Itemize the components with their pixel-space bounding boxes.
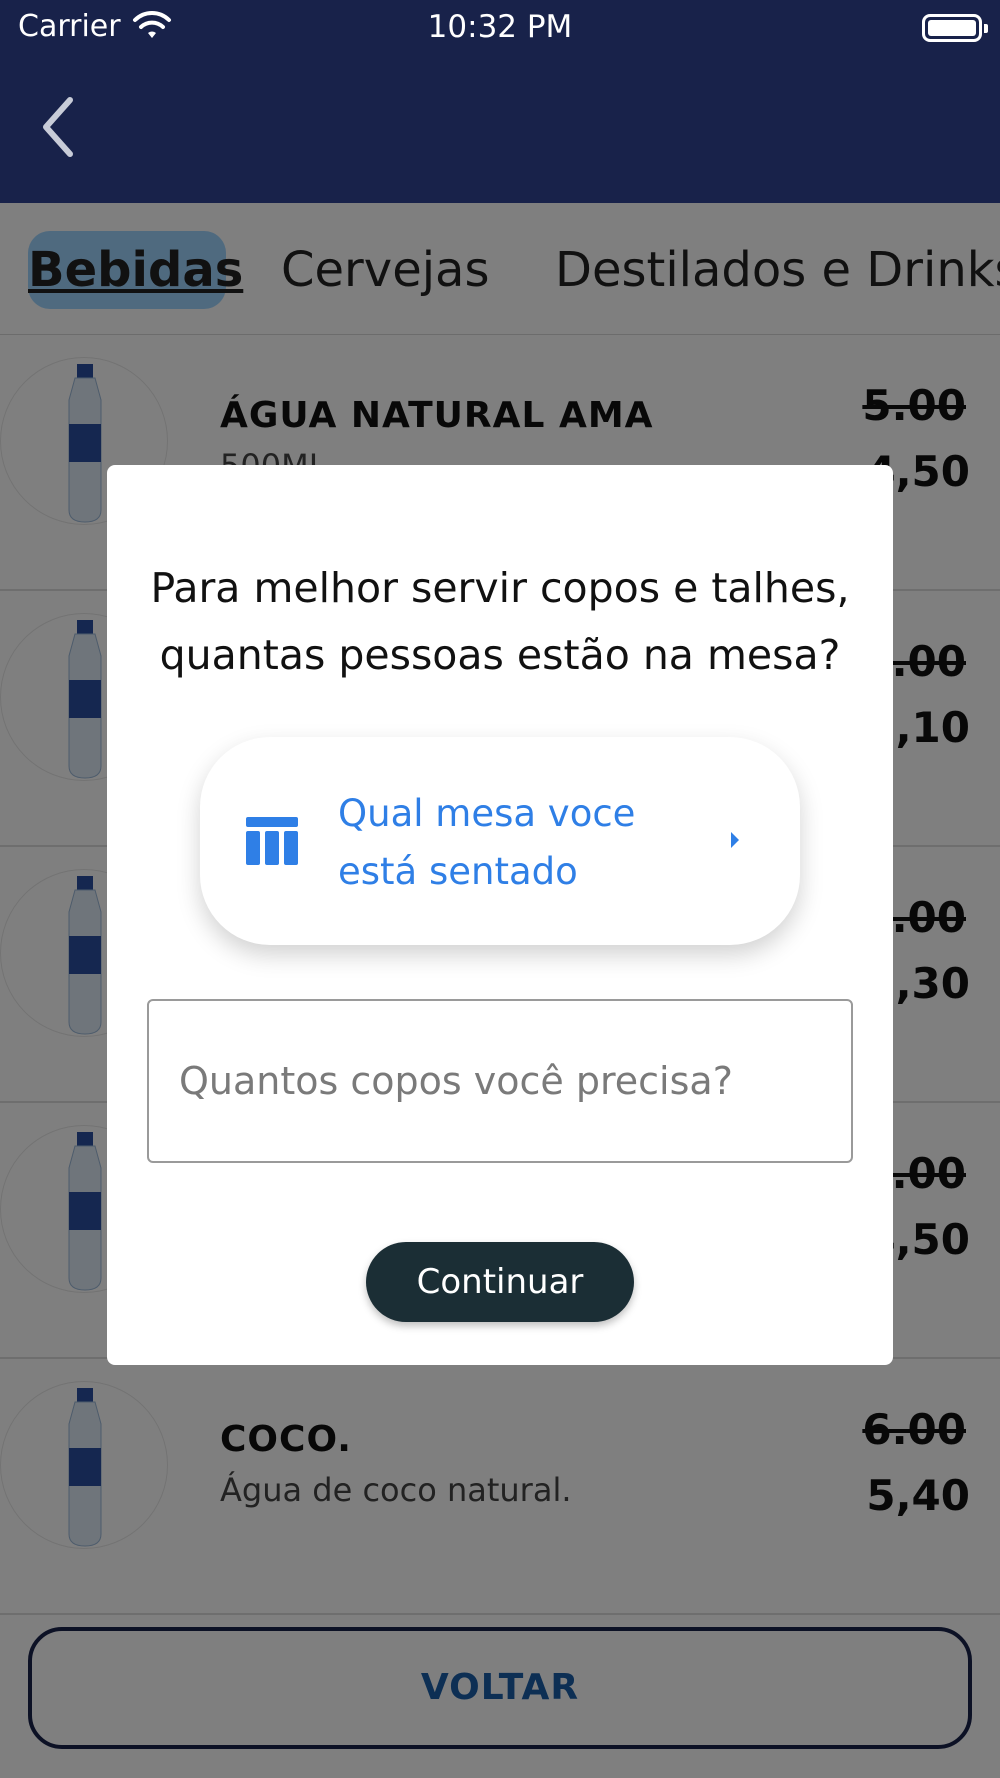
- table-picker-label-line2: está sentado: [338, 850, 578, 893]
- caret-right-icon: [731, 832, 739, 848]
- chevron-left-icon[interactable]: [34, 92, 84, 162]
- dialog-question-line1: Para melhor servir copos e talhes,: [150, 564, 850, 612]
- status-bar: Carrier 10:32 PM: [0, 0, 1000, 56]
- table-icon: [246, 817, 298, 865]
- guests-dialog: Para melhor servir copos e talhes, quant…: [107, 465, 893, 1365]
- battery-icon: [922, 14, 988, 42]
- dialog-question-line2: quantas pessoas estão na mesa?: [159, 631, 841, 679]
- status-time: 10:32 PM: [427, 9, 573, 45]
- continue-button[interactable]: Continuar: [366, 1242, 634, 1322]
- dialog-question: Para melhor servir copos e talhes, quant…: [107, 555, 893, 689]
- table-picker-label: Qual mesa voce está sentado: [338, 785, 698, 901]
- app-header: Carrier 10:32 PM: [0, 0, 1000, 203]
- glasses-count-input[interactable]: [147, 999, 853, 1163]
- table-picker-button[interactable]: Qual mesa voce está sentado: [200, 737, 800, 945]
- table-picker-label-line1: Qual mesa voce: [338, 792, 636, 835]
